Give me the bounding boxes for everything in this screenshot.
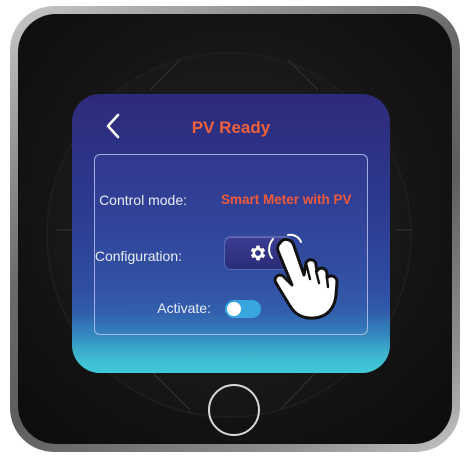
control-mode-label: Control mode: [99, 192, 187, 208]
screen-title: PV Ready [191, 118, 271, 137]
gear-icon [250, 245, 266, 261]
configuration-label: Configuration: [94, 248, 182, 264]
hand-pointer-icon [268, 233, 339, 320]
display-screen: PV Ready Control mode: Smart Meter with … [72, 94, 390, 373]
activate-toggle[interactable] [225, 300, 261, 318]
control-mode-value[interactable]: Smart Meter with PV [221, 192, 352, 207]
toggle-knob [227, 302, 241, 316]
home-button[interactable] [208, 384, 260, 436]
activate-label: Activate: [157, 300, 211, 316]
